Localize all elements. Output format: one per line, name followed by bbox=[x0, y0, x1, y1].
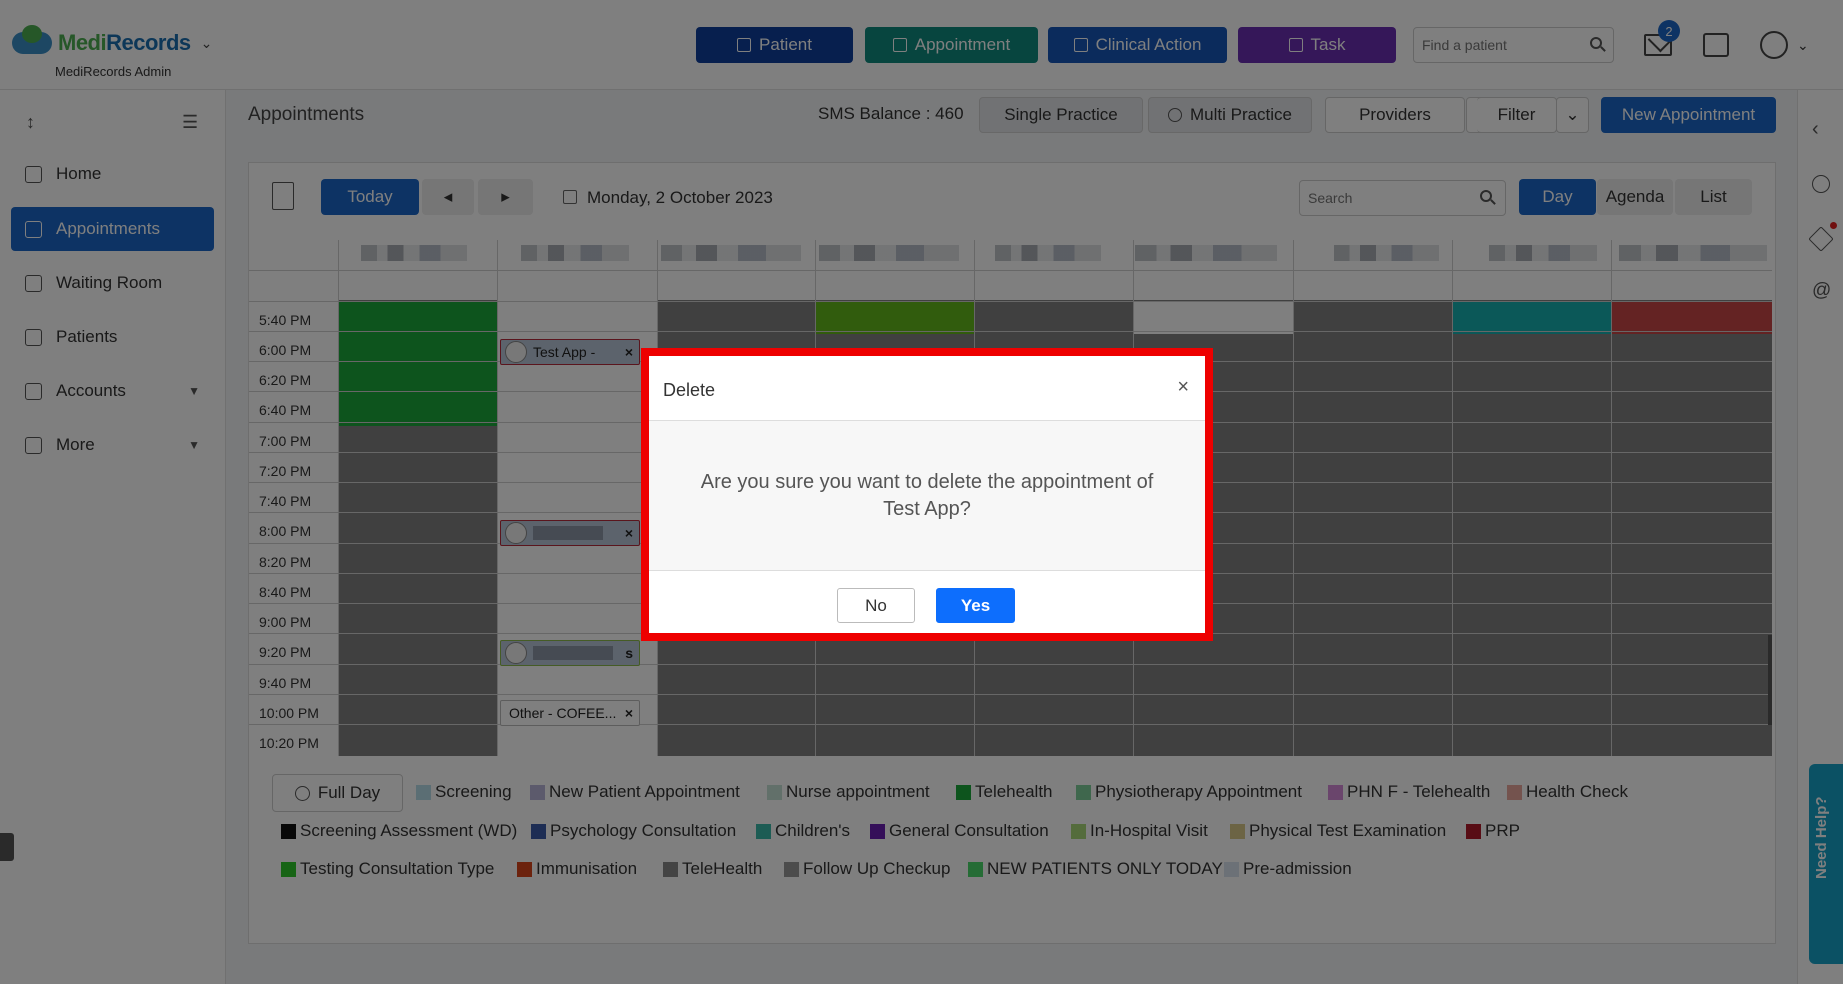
dialog-header: Delete × bbox=[649, 356, 1205, 421]
yes-button[interactable]: Yes bbox=[936, 588, 1015, 623]
dialog-title: Delete bbox=[663, 380, 716, 400]
close-icon[interactable]: × bbox=[1177, 376, 1189, 399]
no-button[interactable]: No bbox=[837, 588, 915, 623]
dialog-message: Are you sure you want to delete the appo… bbox=[649, 421, 1205, 571]
delete-dialog: Delete × Are you sure you want to delete… bbox=[641, 348, 1213, 641]
